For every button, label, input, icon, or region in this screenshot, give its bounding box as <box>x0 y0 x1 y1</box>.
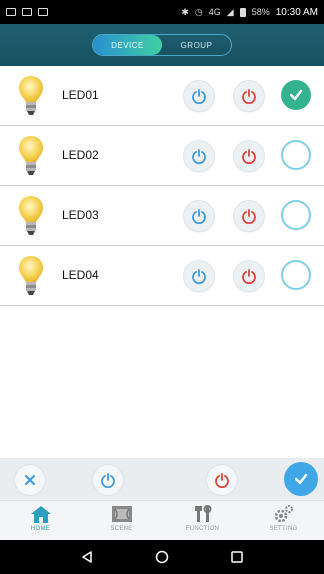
checkmark-icon <box>294 473 308 485</box>
action-bar <box>0 458 324 500</box>
tab-home[interactable]: HOME <box>0 501 81 540</box>
power-icon <box>242 89 256 104</box>
app-header: DEVICE GROUP <box>0 24 324 66</box>
back-icon[interactable] <box>80 550 94 564</box>
device-label: LED01 <box>62 88 99 102</box>
power-on-button[interactable] <box>183 140 215 172</box>
bulb-icon <box>19 76 43 115</box>
bluetooth-icon: ✱ <box>181 6 189 17</box>
power-on-button[interactable] <box>183 260 215 292</box>
device-label: LED04 <box>62 268 99 282</box>
device-list: LED01 LED02 LED03 LED04 <box>0 66 324 306</box>
device-row[interactable]: LED03 <box>0 186 324 246</box>
device-label: LED03 <box>62 208 99 222</box>
device-row[interactable]: LED01 <box>0 66 324 126</box>
tab-device[interactable]: DEVICE <box>93 35 162 55</box>
power-icon <box>242 209 256 224</box>
mail-icon <box>22 8 32 16</box>
power-icon <box>192 89 206 104</box>
tab-setting-label: SETTING <box>269 526 298 532</box>
select-checkbox[interactable] <box>281 200 311 230</box>
mail-icon <box>38 8 48 16</box>
clock: 10:30 AM <box>275 6 318 18</box>
power-off-button[interactable] <box>233 200 265 232</box>
home-icon <box>30 506 51 523</box>
bulb-icon <box>19 256 43 295</box>
tab-function[interactable]: FUNCTION <box>162 501 243 540</box>
system-nav-bar <box>0 540 324 574</box>
home-circle-icon[interactable] <box>155 550 169 564</box>
all-off-button[interactable] <box>206 464 238 496</box>
power-icon <box>215 473 229 488</box>
bulb-icon <box>19 196 43 235</box>
power-on-button[interactable] <box>183 200 215 232</box>
power-icon <box>192 209 206 224</box>
tab-setting[interactable]: SETTING <box>243 501 324 540</box>
power-off-button[interactable] <box>233 260 265 292</box>
tab-group[interactable]: GROUP <box>162 35 231 55</box>
device-row[interactable]: LED02 <box>0 126 324 186</box>
power-off-button[interactable] <box>233 80 265 112</box>
power-icon <box>242 269 256 284</box>
power-off-button[interactable] <box>233 140 265 172</box>
signal-icon: ◢ <box>226 6 234 17</box>
power-icon <box>101 473 115 488</box>
function-icon <box>194 505 211 522</box>
bottom-tab-bar: HOME SCENE FUNCTION SETTING <box>0 500 324 540</box>
status-bar: ✱ ◷ 4G ◢ 58% 10:30 AM <box>0 0 324 24</box>
recents-icon[interactable] <box>230 550 244 564</box>
tab-function-label: FUNCTION <box>185 526 220 532</box>
power-on-button[interactable] <box>183 80 215 112</box>
tab-scene[interactable]: SCENE <box>81 501 162 540</box>
power-icon <box>192 149 206 164</box>
battery-icon <box>239 7 246 17</box>
close-icon <box>25 475 35 485</box>
picture-icon <box>6 8 16 16</box>
scene-icon <box>111 506 132 522</box>
select-checkbox[interactable] <box>281 140 311 170</box>
all-on-button[interactable] <box>92 464 124 496</box>
network-label: 4G <box>208 7 221 17</box>
checkmark-icon <box>289 89 303 101</box>
confirm-button[interactable] <box>284 462 318 496</box>
select-checkbox[interactable] <box>281 260 311 290</box>
gear-icon <box>274 505 293 523</box>
power-icon <box>192 269 206 284</box>
tab-home-label: HOME <box>30 526 51 532</box>
power-icon <box>242 149 256 164</box>
alarm-icon: ◷ <box>194 6 203 17</box>
select-checkbox[interactable] <box>281 80 311 110</box>
device-group-toggle: DEVICE GROUP <box>92 34 232 56</box>
bulb-icon <box>19 136 43 175</box>
device-label: LED02 <box>62 148 99 162</box>
tab-scene-label: SCENE <box>110 526 133 532</box>
device-row[interactable]: LED04 <box>0 246 324 306</box>
cancel-button[interactable] <box>14 464 46 496</box>
battery-percent: 58% <box>251 7 270 17</box>
